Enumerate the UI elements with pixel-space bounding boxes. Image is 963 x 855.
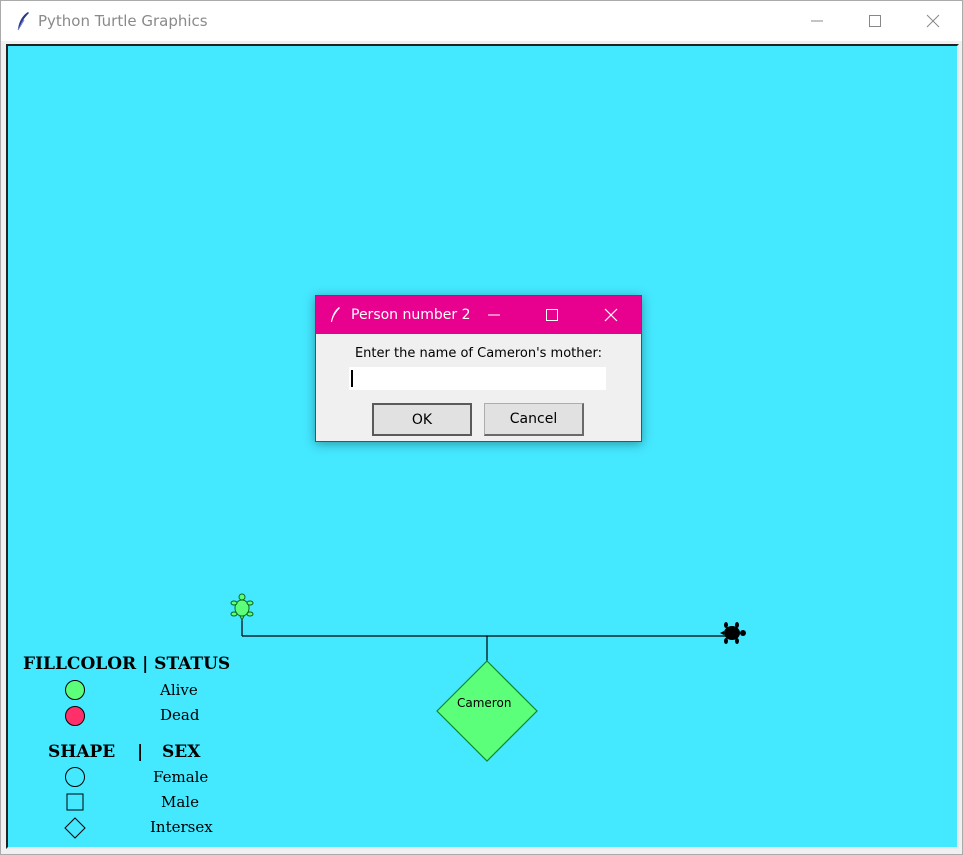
dialog-prompt: Enter the name of Cameron's mother: [354, 346, 603, 361]
close-icon [926, 14, 940, 28]
legend-intersex-label: Intersex [150, 818, 213, 836]
window-title: Python Turtle Graphics [38, 12, 208, 30]
legend-male-label: Male [161, 793, 199, 811]
turtle-green-icon [230, 593, 254, 622]
legend-shape-header: SHAPE [48, 742, 116, 762]
cancel-button[interactable]: Cancel [484, 403, 584, 436]
dialog-title: Person number 2 [351, 307, 471, 323]
ok-button[interactable]: OK [372, 403, 472, 436]
maximize-icon [869, 15, 881, 27]
close-button[interactable] [904, 1, 962, 41]
person-diamond [436, 660, 538, 762]
dialog-minimize-button[interactable] [471, 296, 517, 334]
legend-alive-label: Alive [160, 681, 198, 699]
legend-dead-label: Dead [160, 706, 200, 724]
text-caret [351, 370, 353, 387]
drawing-layer [64, 593, 746, 839]
female-circle-icon [65, 767, 85, 787]
intersex-diamond-icon [64, 817, 86, 839]
dialog-maximize-button[interactable] [529, 296, 575, 334]
minimize-icon [488, 314, 500, 316]
minimize-icon [811, 20, 823, 22]
window-titlebar[interactable]: Python Turtle Graphics [1, 1, 962, 41]
minimize-button[interactable] [788, 1, 846, 41]
turtle-canvas[interactable]: Cameron FILLCOLOR | STATUS Alive Dead SH… [6, 44, 959, 849]
person-name-label: Cameron [457, 696, 512, 710]
dialog-titlebar[interactable]: Person number 2 [316, 296, 641, 334]
legend-sex-header: SEX [162, 742, 201, 762]
feather-icon [331, 307, 340, 322]
feather-icon [17, 12, 29, 31]
maximize-button[interactable] [846, 1, 904, 41]
legend-female-label: Female [153, 768, 209, 786]
dialog-close-button[interactable] [588, 296, 634, 334]
legend-separator: | [137, 742, 144, 762]
alive-swatch [65, 680, 85, 700]
mother-name-input[interactable] [349, 367, 606, 390]
male-square-icon [66, 793, 84, 811]
maximize-icon [546, 309, 558, 321]
turtle-black-icon [720, 622, 746, 644]
dead-swatch [65, 706, 85, 726]
legend-fillcolor-header: FILLCOLOR | STATUS [23, 654, 231, 674]
close-icon [604, 308, 618, 322]
